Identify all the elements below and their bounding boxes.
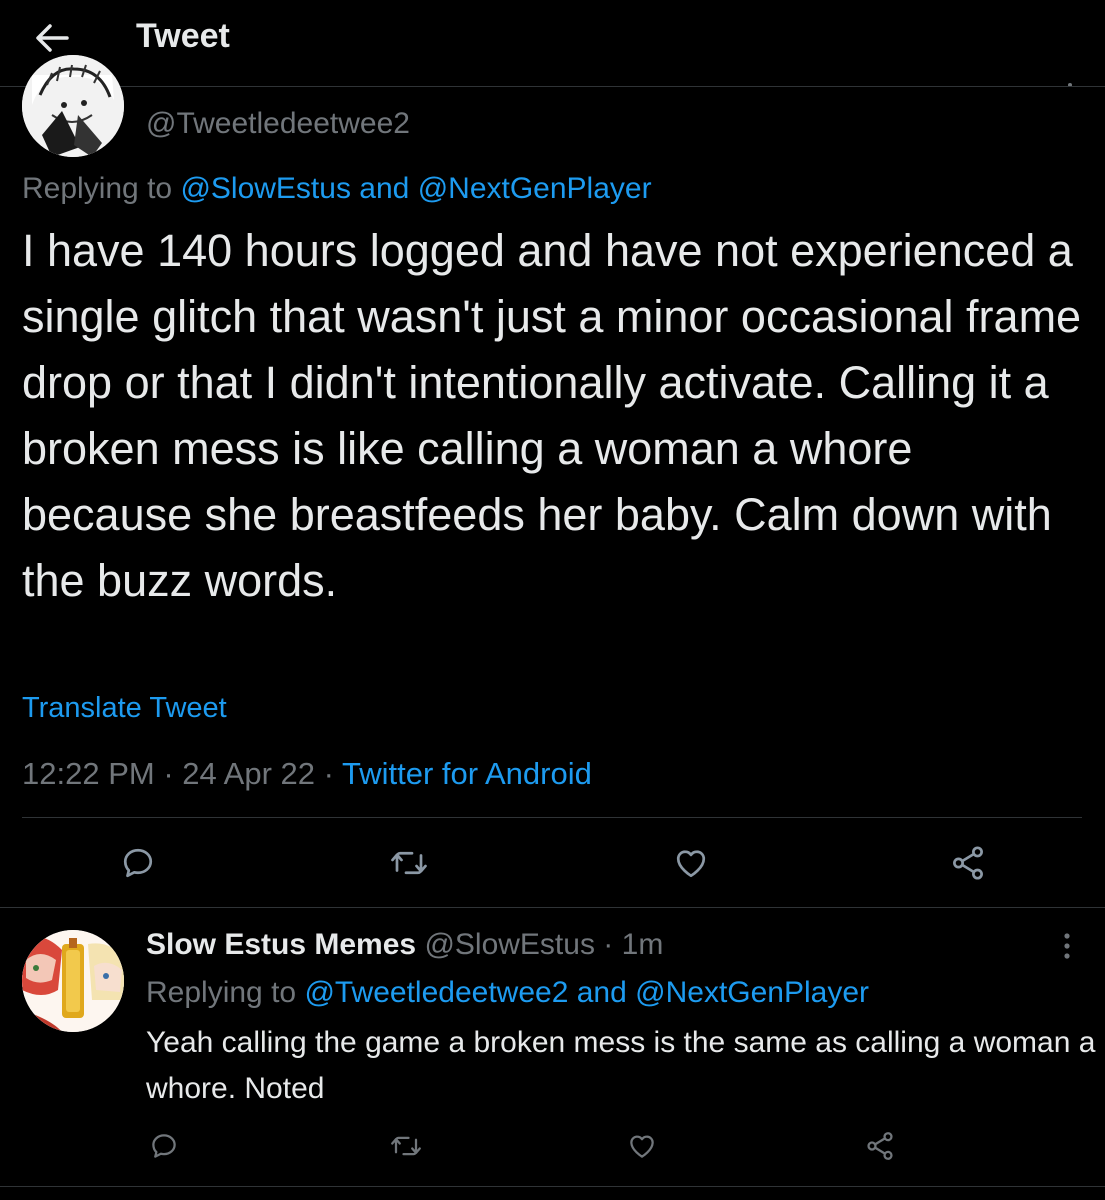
reply-more-button[interactable] [1052, 926, 1082, 966]
reply-author-handle[interactable]: @SlowEstus [424, 928, 595, 961]
reply-author-name[interactable]: Slow Estus Memes [146, 928, 416, 961]
reply-replying-to-line: Replying to @Tweetledeetwee2 and @NextGe… [146, 972, 869, 1014]
author-handle[interactable]: @Tweetledeetwee2 [146, 104, 410, 144]
tweet-source-link[interactable]: Twitter for Android [342, 756, 592, 791]
reply-separator: · [603, 928, 614, 961]
tweet-time: 12:22 PM [22, 756, 155, 791]
mention-link-2[interactable]: @NextGenPlayer [635, 976, 869, 1009]
reply-retweet-button[interactable] [385, 1124, 427, 1168]
reply-share-button[interactable] [860, 1124, 900, 1168]
metadata-divider [22, 817, 1082, 818]
mention-link-1[interactable]: @Tweetledeetwee2 [304, 976, 568, 1009]
tweet-date: 24 Apr 22 [182, 756, 315, 791]
like-button[interactable] [668, 840, 714, 886]
reply-reply-button[interactable] [146, 1124, 182, 1168]
tweet-metadata: 12:22 PM · 24 Apr 22 · Twitter for Andro… [22, 752, 592, 796]
heart-icon [630, 1135, 654, 1158]
mention-link-2[interactable]: @NextGenPlayer [418, 172, 652, 205]
replying-to-prefix: Replying to [146, 976, 297, 1009]
mention-link-1[interactable]: @SlowEstus [180, 172, 351, 205]
reply-time[interactable]: 1m [622, 928, 664, 961]
reply-text: Yeah calling the game a broken mess is t… [146, 1026, 1096, 1105]
retweet-icon [391, 1136, 421, 1156]
avatar-drawing [22, 55, 124, 157]
reply-button[interactable] [118, 840, 158, 886]
more-vertical-icon [1064, 933, 1070, 959]
tweet-text: I have 140 hours logged and have not exp… [22, 225, 1082, 606]
reply-divider [0, 1186, 1105, 1187]
reply-author-avatar[interactable] [22, 930, 124, 1032]
share-button[interactable] [945, 840, 991, 886]
heart-icon [676, 850, 706, 878]
tweet-divider [0, 907, 1105, 908]
reply-header: Slow Estus Memes @SlowEstus · 1m [146, 924, 663, 966]
retweet-button[interactable] [385, 840, 433, 886]
reply-bubble-icon [152, 1134, 176, 1158]
replying-to-prefix: Replying to [22, 172, 173, 205]
translate-tweet-link[interactable]: Translate Tweet [22, 688, 227, 728]
author-avatar[interactable] [22, 55, 124, 157]
replying-and: and [359, 172, 410, 205]
reply-like-button[interactable] [622, 1124, 662, 1168]
replying-and: and [576, 976, 627, 1009]
share-icon [953, 846, 983, 880]
meta-separator: · [163, 756, 174, 791]
reply-bubble-icon [123, 848, 153, 878]
page-title: Tweet [136, 17, 230, 55]
share-icon [867, 1132, 893, 1160]
back-arrow-icon [36, 24, 69, 52]
reply-avatar-drawing [22, 930, 124, 1032]
replying-to-line: Replying to @SlowEstus and @NextGenPlaye… [22, 168, 652, 210]
header-divider [0, 86, 1105, 87]
retweet-icon [391, 851, 427, 875]
meta-separator: · [323, 756, 334, 791]
